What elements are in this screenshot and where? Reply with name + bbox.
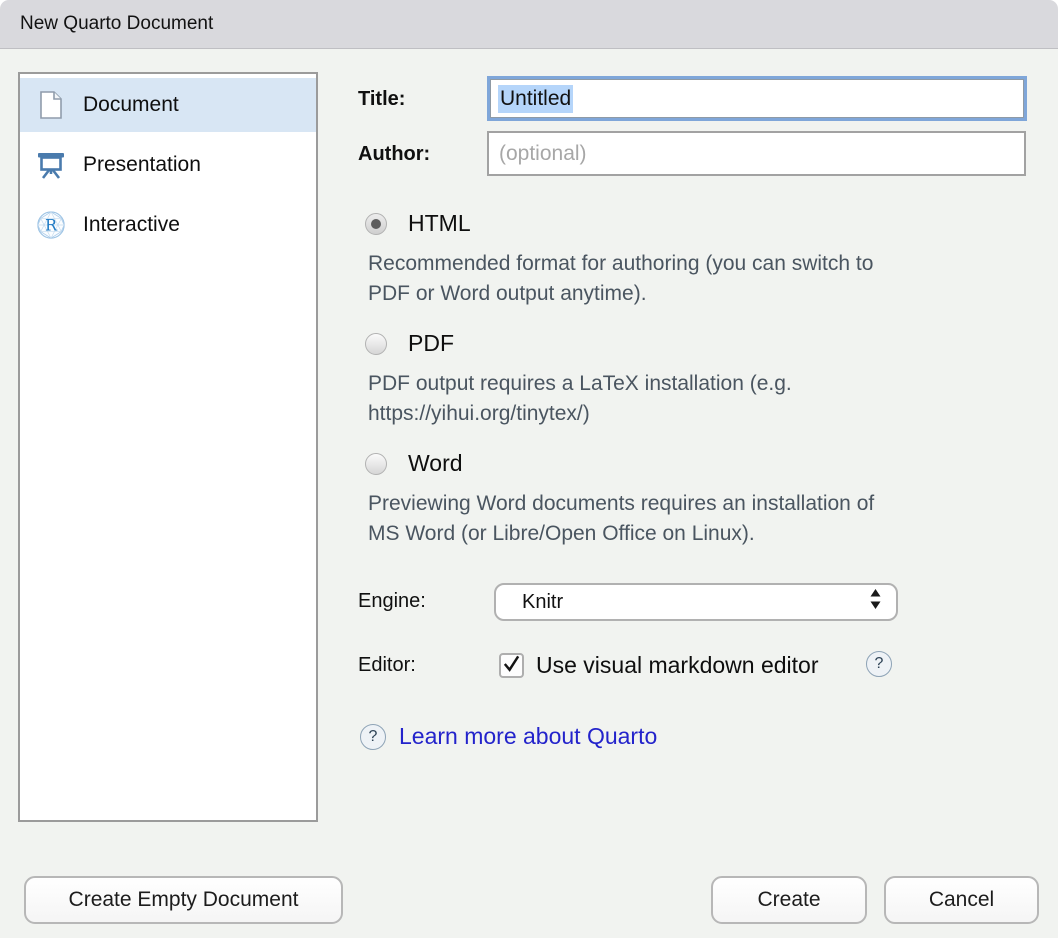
engine-selected-value: Knitr	[522, 591, 563, 614]
engine-label: Engine:	[358, 590, 426, 613]
format-description-html: Recommended format for authoring (you ca…	[368, 249, 1028, 309]
engine-select[interactable]: Knitr	[494, 583, 898, 621]
format-label-word: Word	[408, 450, 463, 477]
learn-more-link[interactable]: Learn more about Quarto	[399, 723, 657, 750]
dialog-title: New Quarto Document	[20, 13, 213, 35]
visual-editor-help-icon[interactable]: ?	[866, 651, 892, 677]
document-type-list: Document Presentation R	[18, 72, 318, 822]
format-option-word[interactable]: Word	[365, 450, 463, 477]
sidebar-item-label: Document	[83, 93, 179, 117]
author-input[interactable]: (optional)	[487, 131, 1026, 176]
sidebar-item-label: Presentation	[83, 153, 201, 177]
format-option-pdf[interactable]: PDF	[365, 330, 454, 357]
create-button[interactable]: Create	[711, 876, 867, 924]
radio-html[interactable]	[365, 213, 387, 235]
author-placeholder: (optional)	[499, 142, 587, 166]
checkmark-icon	[501, 653, 522, 675]
presentation-easel-icon	[36, 149, 66, 181]
title-label: Title:	[358, 88, 405, 111]
cancel-button[interactable]: Cancel	[884, 876, 1039, 924]
visual-editor-checkbox[interactable]	[499, 653, 524, 678]
document-icon	[36, 89, 66, 121]
visual-editor-checkbox-label[interactable]: Use visual markdown editor	[536, 652, 819, 679]
editor-label: Editor:	[358, 654, 416, 677]
format-description-word: Previewing Word documents requires an in…	[368, 489, 1028, 549]
sidebar-item-label: Interactive	[83, 213, 180, 237]
title-input-selected-text: Untitled	[498, 85, 573, 113]
dialog-titlebar: New Quarto Document	[0, 0, 1058, 49]
radio-word[interactable]	[365, 453, 387, 475]
learn-more-row: ? Learn more about Quarto	[360, 723, 657, 750]
title-input[interactable]: Untitled	[487, 76, 1027, 121]
format-description-pdf: PDF output requires a LaTeX installation…	[368, 369, 1028, 429]
create-empty-document-button[interactable]: Create Empty Document	[24, 876, 343, 924]
radio-pdf[interactable]	[365, 333, 387, 355]
learn-more-help-icon[interactable]: ?	[360, 724, 386, 750]
new-quarto-document-dialog: New Quarto Document Document	[0, 0, 1058, 938]
format-label-pdf: PDF	[408, 330, 454, 357]
format-label-html: HTML	[408, 210, 471, 237]
format-option-html[interactable]: HTML	[365, 210, 471, 237]
sidebar-item-presentation[interactable]: Presentation	[20, 138, 316, 192]
author-label: Author:	[358, 143, 430, 166]
shiny-r-icon: R	[36, 209, 66, 241]
sidebar-item-document[interactable]: Document	[20, 78, 316, 132]
stepper-arrows-icon	[869, 588, 882, 616]
sidebar-item-interactive[interactable]: R Interactive	[20, 198, 316, 252]
svg-text:R: R	[45, 216, 58, 235]
